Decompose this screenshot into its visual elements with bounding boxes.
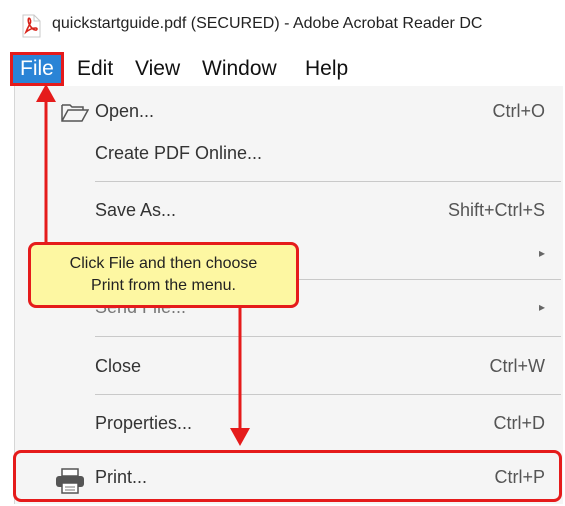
open-label: Open... [95, 101, 155, 121]
save-as-shortcut: Shift+Ctrl+S [447, 200, 545, 220]
menu-file[interactable]: File [10, 52, 64, 86]
menu-item-open[interactable]: Open... Ctrl+O [15, 92, 563, 132]
menu-item-close[interactable]: Close Ctrl+W [15, 347, 563, 387]
menu-help[interactable]: Help [299, 54, 354, 84]
print-highlight-box [13, 450, 562, 502]
instruction-callout: Click File and then choose Print from th… [28, 242, 299, 308]
pdf-icon [22, 14, 41, 38]
callout-line-2: Print from the menu. [91, 277, 236, 294]
submenu-arrow-icon: ▸ [538, 300, 545, 314]
properties-shortcut: Ctrl+D [493, 413, 545, 433]
folder-open-icon [61, 104, 89, 122]
callout-line-1: Click File and then choose [69, 255, 258, 272]
create-pdf-online-label: Create PDF Online... [95, 143, 263, 163]
menu-window[interactable]: Window [196, 54, 283, 84]
menu-edit[interactable]: Edit [71, 54, 119, 84]
properties-label: Properties... [95, 413, 193, 433]
menu-separator [95, 394, 561, 395]
close-label: Close [95, 356, 142, 376]
menu-separator [95, 336, 561, 337]
menu-item-save-as[interactable]: Save As... Shift+Ctrl+S [15, 191, 563, 231]
menu-separator [95, 181, 561, 182]
close-shortcut: Ctrl+W [489, 356, 546, 376]
save-as-label: Save As... [95, 200, 177, 220]
menu-item-create-pdf-online[interactable]: Create PDF Online... [15, 134, 563, 174]
menu-view[interactable]: View [129, 54, 186, 84]
title-bar: quickstartguide.pdf (SECURED) - Adobe Ac… [0, 0, 565, 50]
submenu-arrow-icon: ▸ [538, 246, 545, 260]
open-shortcut: Ctrl+O [492, 101, 545, 121]
window-title: quickstartguide.pdf (SECURED) - Adobe Ac… [52, 15, 483, 32]
menu-bar: File Edit View Window Help [0, 52, 565, 86]
menu-item-properties[interactable]: Properties... Ctrl+D [15, 404, 563, 444]
